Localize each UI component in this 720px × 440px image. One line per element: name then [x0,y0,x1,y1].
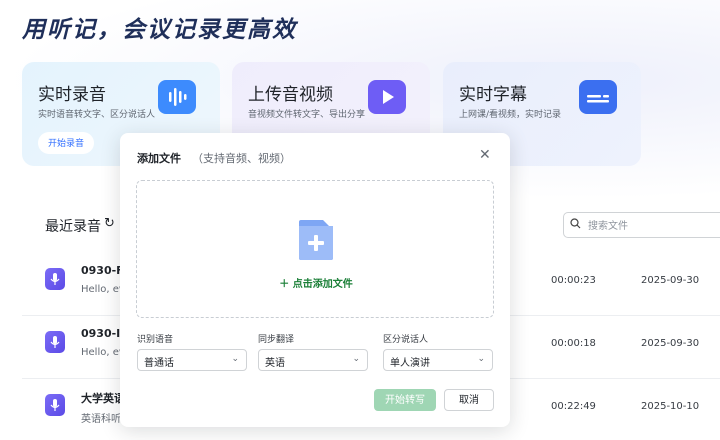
recording-preview: Hello, ev [81,347,125,358]
cancel-button[interactable]: 取消 [444,389,494,411]
microphone-icon [45,394,65,416]
card-title: 实时录音 [38,85,106,105]
add-file-link[interactable]: ＋ 点击添加文件 [137,275,495,290]
close-icon[interactable]: ✕ [479,147,491,163]
plus-icon: ＋ [279,279,293,290]
recording-duration: 00:22:49 [551,401,596,412]
card-subtitle: 上网课/看视频，实时记录 [459,110,562,120]
start-transcription-button[interactable]: 开始转写 [374,389,436,411]
recent-recordings-title: 最近录音 [45,219,101,235]
play-folder-icon [368,80,406,114]
card-subtitle: 实时语音转文字、区分说话人 [38,110,156,120]
recording-duration: 00:00:18 [551,338,596,349]
microphone-icon [45,268,65,290]
translation-value: 英语 [265,358,285,369]
speaker-select[interactable]: 单人演讲 ⌄ [383,349,493,371]
dialog-hint: （支持音频、视频） [192,152,291,165]
speaker-label: 区分说话人 [383,335,429,345]
card-title: 上传音视频 [248,85,333,105]
start-recording-button[interactable]: 开始录音 [38,132,95,154]
language-select[interactable]: 普通话 ⌄ [137,349,247,371]
page-headline: 用听记，会议记录更高效 [22,17,297,43]
recording-date: 2025-09-30 [641,275,700,286]
chevron-down-icon: ⌄ [477,354,485,364]
search-icon [570,218,581,232]
add-file-icon [297,218,335,262]
speaker-value: 单人演讲 [390,358,430,369]
subtitle-icon [579,80,617,114]
translation-select[interactable]: 英语 ⌄ [258,349,368,371]
file-drop-zone[interactable]: ＋ 点击添加文件 [136,180,494,318]
chevron-down-icon: ⌄ [231,354,239,364]
recording-duration: 00:00:23 [551,275,596,286]
language-label: 识别语音 [137,335,174,345]
search-input[interactable] [586,216,720,236]
microphone-icon [45,331,65,353]
recording-name: 大学英语 [81,392,125,405]
recording-preview: 英语科听 [81,414,121,425]
recording-date: 2025-10-10 [641,401,700,412]
waveform-icon [158,80,196,114]
chevron-down-icon: ⌄ [352,354,360,364]
refresh-icon[interactable]: ↻ [104,216,115,231]
card-title: 实时字幕 [459,85,527,105]
translation-label: 同步翻译 [258,335,295,345]
dialog-title: 添加文件 [137,152,181,165]
language-value: 普通话 [144,358,174,369]
search-box[interactable] [563,212,720,238]
add-file-dialog: 添加文件 （支持音频、视频） ✕ ＋ 点击添加文件 识别语音 普通话 ⌄ 同步翻… [120,133,510,427]
add-file-label: 点击添加文件 [292,279,353,290]
card-subtitle: 音视频文件转文字、导出分享 [248,110,366,120]
recording-preview: Hello, ev [81,284,125,295]
recording-date: 2025-09-30 [641,338,700,349]
